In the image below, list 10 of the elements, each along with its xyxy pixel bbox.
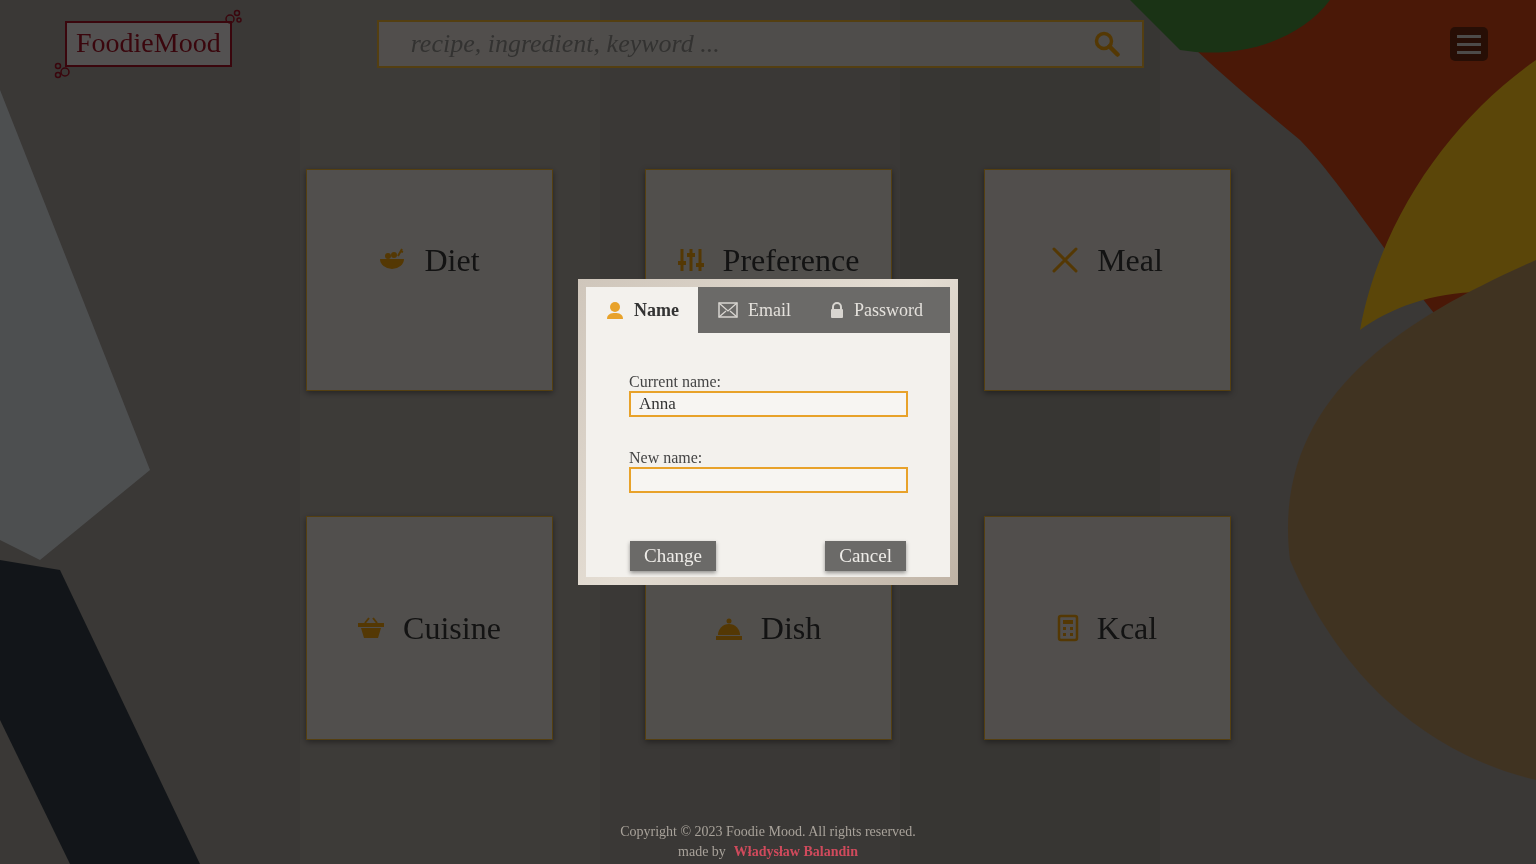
made-by-text: made by (678, 844, 726, 860)
category-label: Preference (722, 244, 860, 276)
category-label: Kcal (1096, 612, 1158, 644)
category-label: Dish (760, 612, 822, 644)
category-label: Meal (1097, 244, 1163, 276)
field-label: New name: (629, 449, 704, 467)
field-label: Current name: (629, 373, 722, 391)
copyright-text: Copyright © 2023 Foodie Mood. All rights reserved. (620, 824, 916, 840)
category-label: Cuisine (403, 612, 501, 644)
category-label: Diet (424, 244, 480, 276)
